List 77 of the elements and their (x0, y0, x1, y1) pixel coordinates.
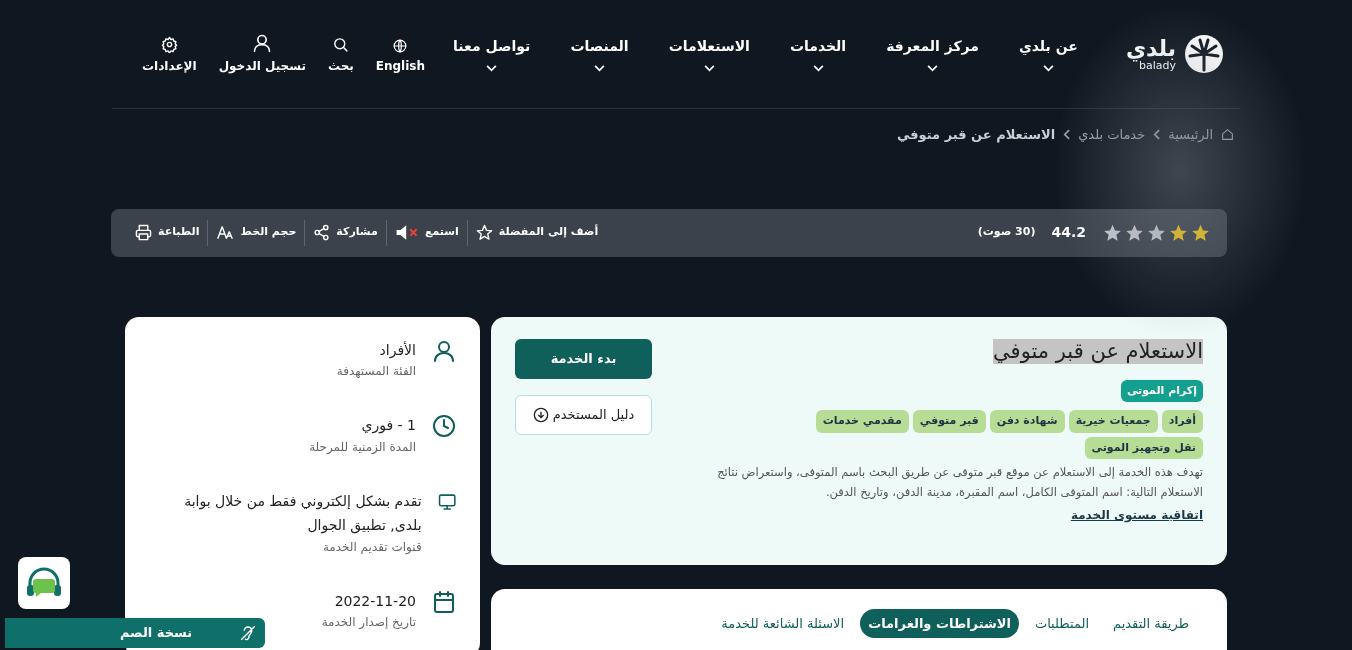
toolbar-action-button[interactable]: حجم الخط (208, 224, 305, 241)
user-guide-button[interactable]: دليل المستخدم (515, 394, 652, 435)
vote-count: (30 صوت) (977, 224, 1036, 241)
nav-menu-item[interactable]: تواصل معنا (453, 36, 531, 72)
header-tool-button[interactable]: بحث (327, 36, 354, 75)
search-icon (332, 36, 350, 53)
star-filled-icon (1168, 222, 1189, 243)
tab[interactable]: طريقة التقديم (1105, 608, 1197, 639)
category-tag: إكرام الموتى (1120, 379, 1203, 403)
chevron-icon (1063, 129, 1071, 141)
chevron-down-icon (812, 65, 824, 72)
headset-chat-button[interactable] (18, 557, 70, 609)
chevron-down-icon (703, 65, 715, 72)
toolbar-action-button[interactable]: الطباعة (127, 224, 208, 241)
ear-crossed-icon (239, 624, 257, 642)
rating-score: 44.2 (1051, 223, 1086, 242)
chevron-down-icon (1042, 65, 1054, 72)
info-value: الأفراد (378, 340, 416, 361)
download-icon (532, 406, 549, 423)
info-value: تقدم بشكل إلكتروني فقط من خلال بوابة بلدى, تطبيق الجوال (183, 492, 422, 536)
info-label: تاريخ إصدار الخدمة (321, 614, 416, 632)
keyword-tag: قبر متوفي (912, 410, 986, 433)
star-empty-icon (1146, 222, 1167, 243)
share-icon (313, 224, 331, 241)
sla-link[interactable]: اتفاقية مستوى الخدمة (1070, 506, 1203, 525)
chevron-down-icon (594, 65, 605, 72)
nav-menu-item[interactable]: عن بلدي (1018, 36, 1078, 72)
header-tool-button[interactable]: الإعدادات (142, 36, 197, 75)
keyword-tag: أفراد (1161, 410, 1203, 433)
chevron-icon (1153, 129, 1161, 141)
toolbar-action-button[interactable]: أضف إلى المفضلة (467, 224, 607, 241)
toolbar-action-button[interactable]: مشاركة (305, 224, 386, 241)
start-service-button[interactable]: بدء الخدمة (515, 338, 652, 379)
nav-menu-item[interactable]: المنصات (570, 36, 629, 72)
star-filled-icon (1190, 222, 1211, 243)
palm-logo-icon (1184, 34, 1224, 74)
chevron-down-icon (486, 65, 498, 72)
info-label: المدة الزمنية للمرحلة (309, 439, 416, 457)
nav-menu-item[interactable]: مركز المعرفة (886, 36, 979, 72)
service-title: الاستعلام عن قبر متوفي (993, 338, 1203, 364)
info-value: 2022-11-20 (333, 591, 416, 611)
breadcrumb-link[interactable]: خدمات بلدي (1078, 125, 1146, 145)
calendar-icon (432, 589, 456, 614)
keyword-tag: مقدمي خدمات (815, 410, 909, 433)
header-tool-button[interactable]: تسجيل الدخول (218, 33, 306, 75)
globe-icon (393, 39, 408, 53)
star-empty-icon (1102, 222, 1123, 243)
tab[interactable]: الاشتراطات والغرامات (860, 608, 1019, 639)
info-label: الفئة المستهدفة (336, 363, 416, 381)
printer-icon (135, 224, 152, 241)
person-icon (432, 338, 456, 363)
deaf-version-button[interactable]: نسخة الصم (5, 618, 265, 648)
settings-icon (160, 36, 178, 53)
breadcrumb-current: الاستعلام عن قبر متوفي (896, 126, 1056, 145)
service-description: تهدف هذه الخدمة إلى الاستعلام عن موقع قبر متوفى عن طريق البحث باسم المتوفى، واستعراض نتائج الاستعلام التالية: اسم المتوفى الكامل، اسم المقبرة، مدينة الدفن، وتاريخ الدفن. (716, 464, 1203, 501)
keyword-tag: شهادة دفن (989, 410, 1065, 433)
clock-icon (432, 414, 456, 439)
font-size-icon (216, 224, 235, 241)
chevron-down-icon (927, 65, 939, 72)
tab[interactable]: المتطلبات (1026, 608, 1097, 639)
nav-menu-item[interactable]: الخدمات (789, 36, 847, 72)
logo-text: balady (1139, 59, 1176, 71)
nav-menu-item[interactable]: الاستعلامات (668, 36, 750, 72)
keyword-tag: نقل وتجهيز الموتى (1084, 436, 1203, 460)
info-value: 1 - فوري (360, 416, 416, 436)
home-icon (1221, 128, 1234, 142)
header-tool-button[interactable]: English (375, 39, 426, 75)
keyword-tag: جمعيات خيرية (1068, 410, 1158, 433)
star-outline-icon (475, 224, 493, 241)
logo-text: بلدي (1125, 37, 1176, 60)
toolbar-action-button[interactable]: استمع (386, 224, 467, 241)
star-empty-icon (1124, 222, 1145, 243)
info-label: قنوات تقديم الخدمة (321, 538, 422, 556)
tab[interactable]: الاسئلة الشائعة للخدمة (713, 608, 853, 639)
muted-speaker-icon (394, 224, 419, 241)
person-icon (252, 33, 273, 53)
breadcrumb-link[interactable]: الرئيسية (1168, 125, 1213, 145)
